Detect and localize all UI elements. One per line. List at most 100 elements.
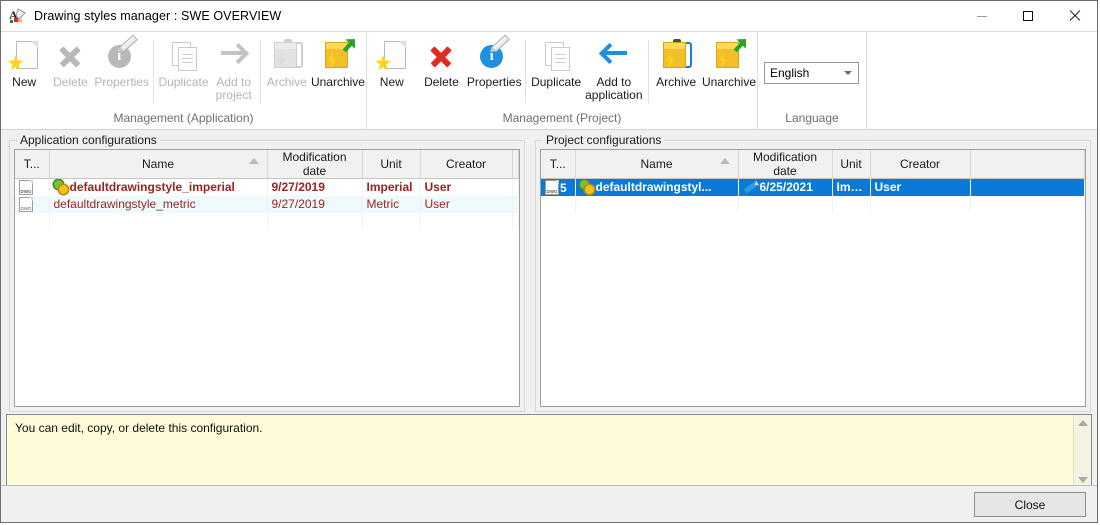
table-row[interactable]: defaultdrawingstyle_imperial 9/27/2019 I… xyxy=(15,178,519,196)
proj-duplicate-button[interactable]: Duplicate xyxy=(529,36,583,89)
app-delete-button[interactable]: Delete xyxy=(47,36,93,89)
window-title: Drawing styles manager : SWE OVERVIEW xyxy=(34,9,282,23)
proj-properties-button[interactable]: i Properties xyxy=(466,34,522,89)
cell-creator: User xyxy=(420,178,513,196)
gears-icon xyxy=(53,180,69,195)
drawing-styles-icon: A xyxy=(9,7,27,25)
message-scrollbar[interactable] xyxy=(1073,415,1091,488)
col-header-unit[interactable]: Unit xyxy=(362,150,421,179)
delete-x-icon xyxy=(53,39,87,73)
cell-blank xyxy=(970,195,1085,213)
cell-modification-date-text: 6/25/2021 xyxy=(759,180,813,195)
minimize-button[interactable] xyxy=(959,1,1005,31)
window-controls xyxy=(959,1,1097,31)
chevron-up-icon[interactable] xyxy=(1077,420,1088,426)
message-box: You can edit, copy, or delete this confi… xyxy=(6,414,1092,489)
proj-unarchive-label: Unarchive xyxy=(701,75,756,89)
dwg-file-icon xyxy=(545,179,559,195)
cell-blank xyxy=(420,212,513,230)
col-header-blank[interactable] xyxy=(970,150,1085,179)
application-configurations-table: T... Name Modification date Unit Creator xyxy=(15,150,519,230)
cell-blank xyxy=(738,195,833,213)
ribbon-group-project: New Delete i Properties Duplicate Add to… xyxy=(366,32,757,129)
chevron-down-icon[interactable] xyxy=(1077,477,1088,483)
title-bar: A Drawing styles manager : SWE OVERVIEW xyxy=(1,1,1097,31)
col-header-creator[interactable]: Creator xyxy=(420,150,513,179)
content-area: Application configurations T... Name Mod… xyxy=(1,130,1097,489)
proj-duplicate-label: Duplicate xyxy=(531,75,582,89)
unarchive-box-icon xyxy=(712,39,746,73)
sort-ascending-icon xyxy=(719,158,730,164)
message-text: You can edit, copy, or delete this confi… xyxy=(15,421,263,435)
pencil-icon xyxy=(743,181,758,193)
close-window-button[interactable] xyxy=(1051,1,1097,31)
app-unarchive-button[interactable]: Unarchive xyxy=(310,36,366,89)
language-select[interactable]: English xyxy=(764,62,859,84)
app-properties-button[interactable]: i Properties xyxy=(94,34,150,89)
ribbon-separator xyxy=(525,40,527,103)
maximize-button[interactable] xyxy=(1005,1,1051,31)
project-configurations-table: T... Name Modification date Unit Creator xyxy=(541,150,1085,213)
app-delete-label: Delete xyxy=(53,75,88,89)
col-header-type[interactable]: T... xyxy=(541,150,576,179)
cell-name: defaultdrawingstyle_metric xyxy=(49,195,268,213)
application-configurations-panel: Application configurations T... Name Mod… xyxy=(9,133,525,412)
gears-icon xyxy=(579,180,595,195)
cell-blank xyxy=(362,212,421,230)
ribbon-group-language-label: Language xyxy=(785,111,839,125)
app-duplicate-button[interactable]: Duplicate xyxy=(156,36,210,89)
ribbon-separator xyxy=(647,40,649,103)
col-header-unit[interactable]: Unit xyxy=(832,150,871,179)
col-header-type[interactable]: T... xyxy=(15,150,50,179)
project-configurations-panel: Project configurations T... Name Modific… xyxy=(535,133,1091,412)
proj-properties-label: Properties xyxy=(466,75,522,89)
table-row[interactable]: defaultdrawingstyle_metric 9/27/2019 Met… xyxy=(15,195,519,213)
ribbon-filler xyxy=(866,32,1097,129)
table-row-empty xyxy=(15,212,519,230)
arrow-right-icon xyxy=(217,39,251,73)
cell-type: 5 xyxy=(541,178,576,196)
table-row[interactable]: 5 defaultdrawingstyl... 6/25/2021 Impe..… xyxy=(541,178,1085,196)
cell-name: defaultdrawingstyl... xyxy=(575,178,739,196)
proj-add-to-application-button[interactable]: Add to application xyxy=(583,36,644,102)
app-add-to-project-button[interactable]: Add to project xyxy=(211,36,257,102)
cell-name-text: defaultdrawingstyl... xyxy=(595,180,712,195)
col-header-modification-date[interactable]: Modification date xyxy=(267,150,363,179)
sort-ascending-icon xyxy=(248,158,259,164)
proj-archive-label: Archive xyxy=(656,75,697,89)
cell-type xyxy=(15,195,50,213)
proj-delete-button[interactable]: Delete xyxy=(417,36,467,89)
duplicate-pages-icon xyxy=(166,39,200,73)
archive-box-icon xyxy=(270,39,304,73)
maximize-icon xyxy=(1023,11,1033,21)
ribbon-group-application-label: Management (Application) xyxy=(113,111,254,125)
proj-unarchive-button[interactable]: Unarchive xyxy=(701,36,757,89)
app-new-button[interactable]: New xyxy=(1,36,47,89)
chevron-down-icon xyxy=(844,71,852,75)
col-header-creator[interactable]: Creator xyxy=(870,150,971,179)
col-header-modification-date[interactable]: Modification date xyxy=(738,150,833,179)
cell-unit: Metric xyxy=(362,195,421,213)
cell-modification-date: 9/27/2019 xyxy=(267,178,363,196)
col-header-name[interactable]: Name xyxy=(49,150,268,179)
arrow-left-icon xyxy=(597,39,631,73)
cell-blank xyxy=(512,178,519,196)
app-archive-button[interactable]: Archive xyxy=(264,36,310,89)
proj-new-button[interactable]: New xyxy=(367,36,417,89)
proj-delete-label: Delete xyxy=(424,75,459,89)
properties-info-pencil-icon: i xyxy=(105,34,139,73)
project-configurations-title: Project configurations xyxy=(543,133,665,147)
cell-blank xyxy=(267,212,363,230)
proj-archive-button[interactable]: Archive xyxy=(651,36,701,89)
col-header-name[interactable]: Name xyxy=(575,150,739,179)
close-button[interactable]: Close xyxy=(974,492,1086,517)
app-add-to-project-label: Add to project xyxy=(215,75,252,102)
cell-modification-date: 9/27/2019 xyxy=(267,195,363,213)
project-configurations-grid[interactable]: T... Name Modification date Unit Creator xyxy=(540,149,1086,407)
app-unarchive-label: Unarchive xyxy=(310,75,365,89)
col-header-blank[interactable] xyxy=(512,150,519,179)
footer-bar: Close xyxy=(1,485,1097,522)
cell-name: defaultdrawingstyle_imperial xyxy=(49,178,268,196)
ribbon-group-application: New Delete i Properties Duplicate Add to… xyxy=(1,32,366,129)
application-configurations-grid[interactable]: T... Name Modification date Unit Creator xyxy=(14,149,520,407)
